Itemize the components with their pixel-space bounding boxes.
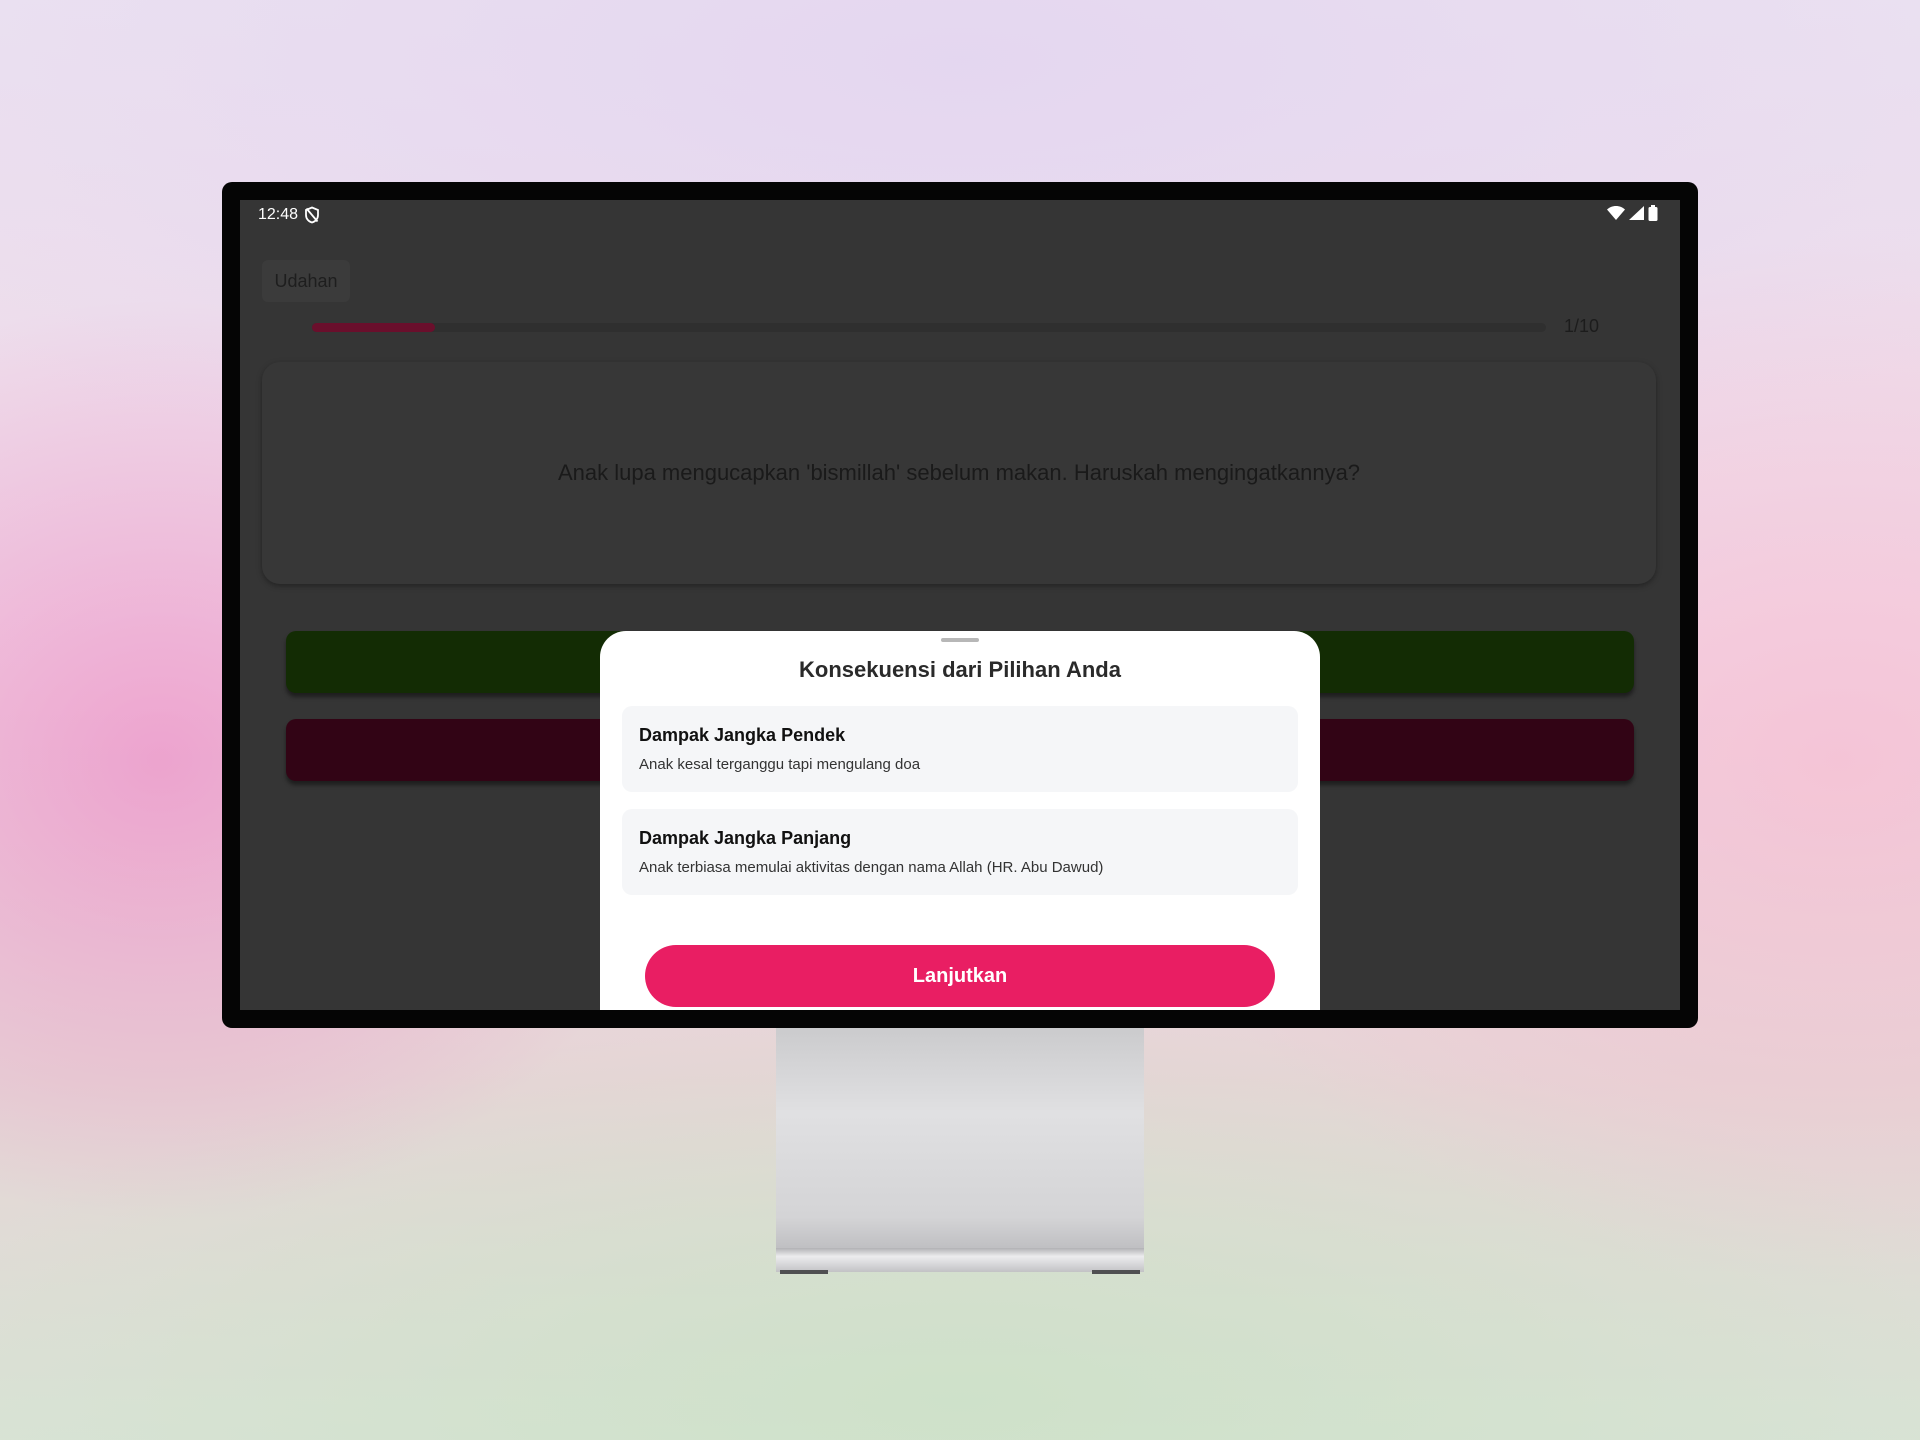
- cellular-signal-icon: [1629, 205, 1644, 225]
- short-term-impact-card: Dampak Jangka Pendek Anak kesal tergangg…: [622, 706, 1298, 792]
- short-term-impact-title: Dampak Jangka Pendek: [639, 725, 846, 745]
- battery-icon: [1648, 204, 1658, 226]
- monitor-stand-base: [776, 1248, 1144, 1272]
- wifi-icon: [1607, 205, 1625, 225]
- monitor-stand: [776, 1020, 1144, 1252]
- sheet-drag-handle[interactable]: [941, 638, 979, 642]
- sheet-title: Konsekuensi dari Pilihan Anda: [799, 657, 1121, 682]
- consequence-bottom-sheet: Konsekuensi dari Pilihan Anda Dampak Jan…: [600, 631, 1320, 1010]
- monitor-foot-right: [1092, 1270, 1140, 1274]
- device-screen: 12:48 Udahan 1/10 Anak lupa mengucapkan …: [240, 200, 1680, 1010]
- progress-label: 1/10: [1564, 316, 1600, 336]
- long-term-impact-description: Anak terbiasa memulai aktivitas dengan n…: [639, 859, 1104, 876]
- long-term-impact-title: Dampak Jangka Panjang: [639, 828, 852, 848]
- continue-button[interactable]: Lanjutkan: [645, 945, 1275, 1007]
- question-card: Anak lupa mengucapkan 'bismillah' sebelu…: [262, 362, 1656, 584]
- long-term-impact-card: Dampak Jangka Panjang Anak terbiasa memu…: [622, 809, 1298, 895]
- status-icons: [1607, 204, 1658, 226]
- monitor-foot-left: [780, 1270, 828, 1274]
- status-time: 12:48: [258, 206, 299, 223]
- shield-off-icon: [304, 206, 320, 224]
- progress-bar-fill: [312, 323, 436, 332]
- back-button[interactable]: Udahan: [262, 260, 350, 302]
- short-term-impact-description: Anak kesal terganggu tapi mengulang doa: [639, 756, 921, 773]
- question-text: Anak lupa mengucapkan 'bismillah' sebelu…: [557, 460, 1361, 485]
- progress-bar: [312, 323, 1546, 332]
